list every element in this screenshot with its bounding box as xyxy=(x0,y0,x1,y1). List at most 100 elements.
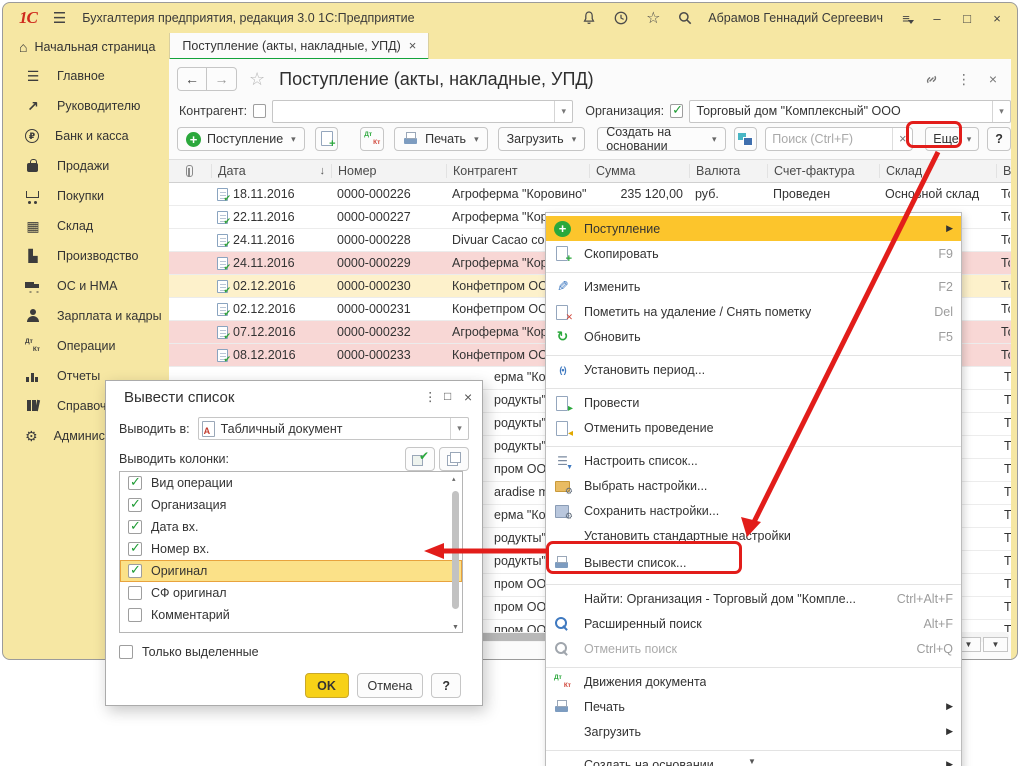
menu-item[interactable]: Движения документа ▶ xyxy=(546,669,961,694)
sidebar-item[interactable]: Руководителю xyxy=(3,91,169,121)
column-option-row[interactable]: Оригинал xyxy=(120,560,462,582)
column-header-contractor[interactable]: Контрагент xyxy=(446,164,589,178)
menu-item[interactable]: Провести ▶ xyxy=(546,390,961,415)
only-selected-checkbox[interactable] xyxy=(119,645,133,659)
print-button[interactable]: Печать ▾ xyxy=(394,127,487,151)
column-checkbox[interactable] xyxy=(128,476,142,490)
service-menu-icon[interactable]: ≡ xyxy=(897,11,915,26)
get-link-icon[interactable] xyxy=(924,72,939,87)
column-checkbox[interactable] xyxy=(128,520,142,534)
sidebar-item[interactable]: Главное xyxy=(3,61,169,91)
uncheck-all-button[interactable] xyxy=(439,447,469,471)
back-button[interactable]: ← xyxy=(177,67,207,91)
close-button[interactable]: × xyxy=(989,11,1005,26)
ok-button[interactable]: OK xyxy=(305,673,349,698)
column-option-row[interactable]: Вид операции xyxy=(120,472,462,494)
scroll-to-end-button[interactable]: ▼ xyxy=(983,637,1008,652)
sidebar-item[interactable]: Зарплата и кадры xyxy=(3,301,169,331)
table-row[interactable]: 18.11.2016 0000-000226 Агроферма "Корови… xyxy=(169,183,1011,206)
sidebar-item[interactable]: Банк и касса xyxy=(3,121,169,151)
menu-item[interactable]: ▶ xyxy=(546,744,961,752)
more-button[interactable]: Еще ▾ xyxy=(925,127,979,151)
menu-scroll-indicator-icon[interactable]: ▼ xyxy=(748,757,756,766)
menu-item[interactable]: Найти: Организация - Торговый дом "Компл… xyxy=(546,586,961,611)
favorites-star-icon[interactable]: ☆ xyxy=(644,9,662,27)
column-checkbox[interactable] xyxy=(128,542,142,556)
menu-item[interactable]: Пометить на удаление / Снять пометку Del… xyxy=(546,299,961,324)
main-menu-button[interactable]: ☰ xyxy=(53,9,66,27)
tab-home[interactable]: ⌂ Начальная страница xyxy=(3,33,169,61)
form-close-icon[interactable]: × xyxy=(989,71,997,87)
menu-item[interactable]: Установить период... ▶ xyxy=(546,357,961,382)
menu-item[interactable]: Настроить список... ▶ xyxy=(546,448,961,473)
column-checkbox[interactable] xyxy=(128,564,142,578)
menu-item[interactable]: ▶ xyxy=(546,349,961,357)
menu-item[interactable]: Расширенный поиск Alt+F ▶ xyxy=(546,611,961,636)
document-movements-button[interactable] xyxy=(360,127,384,151)
column-header-warehouse[interactable]: Склад xyxy=(879,164,996,178)
menu-item[interactable]: ▶ xyxy=(546,578,961,586)
menu-item[interactable]: Изменить F2 ▶ xyxy=(546,274,961,299)
scroll-up-icon[interactable]: ▴ xyxy=(452,475,456,483)
history-icon[interactable] xyxy=(612,9,630,27)
check-all-button[interactable] xyxy=(405,447,435,471)
favorite-star-icon[interactable]: ☆ xyxy=(249,69,265,90)
search-icon[interactable] xyxy=(676,9,694,27)
scroll-down-icon[interactable]: ▼ xyxy=(452,624,459,631)
attachment-column-header[interactable] xyxy=(169,164,211,178)
chevron-down-icon[interactable]: ▾ xyxy=(992,101,1010,122)
menu-item[interactable]: Установить стандартные настройки ▶ xyxy=(546,523,961,548)
column-option-row[interactable]: Дата вх. xyxy=(120,516,462,538)
copy-button[interactable] xyxy=(315,127,339,151)
column-header-number[interactable]: Номер xyxy=(331,164,446,178)
create-based-button[interactable]: Создать на основании ▾ xyxy=(597,127,725,151)
menu-item[interactable]: ▶ xyxy=(546,382,961,390)
sidebar-item[interactable]: Покупки xyxy=(3,181,169,211)
column-header-optype[interactable]: В xyxy=(996,164,1011,178)
column-checkbox[interactable] xyxy=(128,586,142,600)
column-option-row[interactable]: Номер вх. xyxy=(120,538,462,560)
search-input[interactable] xyxy=(766,132,892,146)
counterparty-combo[interactable]: ▾ xyxy=(272,100,573,123)
column-option-row[interactable]: Комментарий xyxy=(120,604,462,626)
sidebar-item[interactable]: Склад xyxy=(3,211,169,241)
menu-item[interactable]: Загрузить ▶ xyxy=(546,719,961,744)
chevron-down-icon[interactable]: ▾ xyxy=(554,101,572,122)
column-header-sum[interactable]: Сумма xyxy=(589,164,689,178)
menu-item[interactable]: Обновить F5 ▶ xyxy=(546,324,961,349)
sidebar-item[interactable]: Операции xyxy=(3,331,169,361)
dialog-close-icon[interactable]: × xyxy=(464,389,472,405)
create-receipt-button[interactable]: Поступление ▾ xyxy=(177,127,305,151)
sidebar-item[interactable]: ОС и НМА xyxy=(3,271,169,301)
organization-checkbox[interactable] xyxy=(670,104,683,118)
menu-item[interactable]: ▶ xyxy=(546,440,961,448)
search-clear-icon[interactable]: × xyxy=(892,128,912,150)
menu-item[interactable]: Скопировать F9 ▶ xyxy=(546,241,961,266)
column-header-currency[interactable]: Валюта xyxy=(689,164,767,178)
organization-combo[interactable]: Торговый дом "Комплексный" ООО ▾ xyxy=(689,100,1011,123)
tab-close-icon[interactable]: × xyxy=(409,38,417,53)
notifications-bell-icon[interactable] xyxy=(580,9,598,27)
menu-item[interactable]: ▶ xyxy=(546,661,961,669)
dialog-maximize-icon[interactable]: □ xyxy=(444,389,451,403)
maximize-button[interactable]: □ xyxy=(959,11,975,26)
menu-item[interactable]: Выбрать настройки... ▶ xyxy=(546,473,961,498)
counterparty-checkbox[interactable] xyxy=(253,104,266,118)
related-documents-button[interactable] xyxy=(734,127,758,151)
menu-item[interactable]: Вывести список... ▶ xyxy=(546,548,961,578)
sidebar-item[interactable]: Производство xyxy=(3,241,169,271)
menu-item[interactable]: Сохранить настройки... ▶ xyxy=(546,498,961,523)
help-button[interactable]: ? xyxy=(987,127,1011,151)
tab-receipts[interactable]: Поступление (акты, накладные, УПД) × xyxy=(169,33,429,61)
column-checkbox[interactable] xyxy=(128,498,142,512)
menu-item[interactable]: ▶ xyxy=(546,266,961,274)
column-checkbox[interactable] xyxy=(128,608,142,622)
forward-button[interactable]: → xyxy=(207,67,237,91)
cancel-button[interactable]: Отмена xyxy=(357,673,424,698)
current-user[interactable]: Абрамов Геннадий Сергеевич xyxy=(708,11,883,25)
list-scrollbar[interactable]: ▴ ▼ xyxy=(450,473,461,633)
dialog-more-icon[interactable]: ⋮ xyxy=(424,389,437,404)
load-button[interactable]: Загрузить ▾ xyxy=(498,127,586,151)
menu-item[interactable]: Поступление ▶ xyxy=(546,216,961,241)
scrollbar-thumb[interactable] xyxy=(452,491,459,609)
